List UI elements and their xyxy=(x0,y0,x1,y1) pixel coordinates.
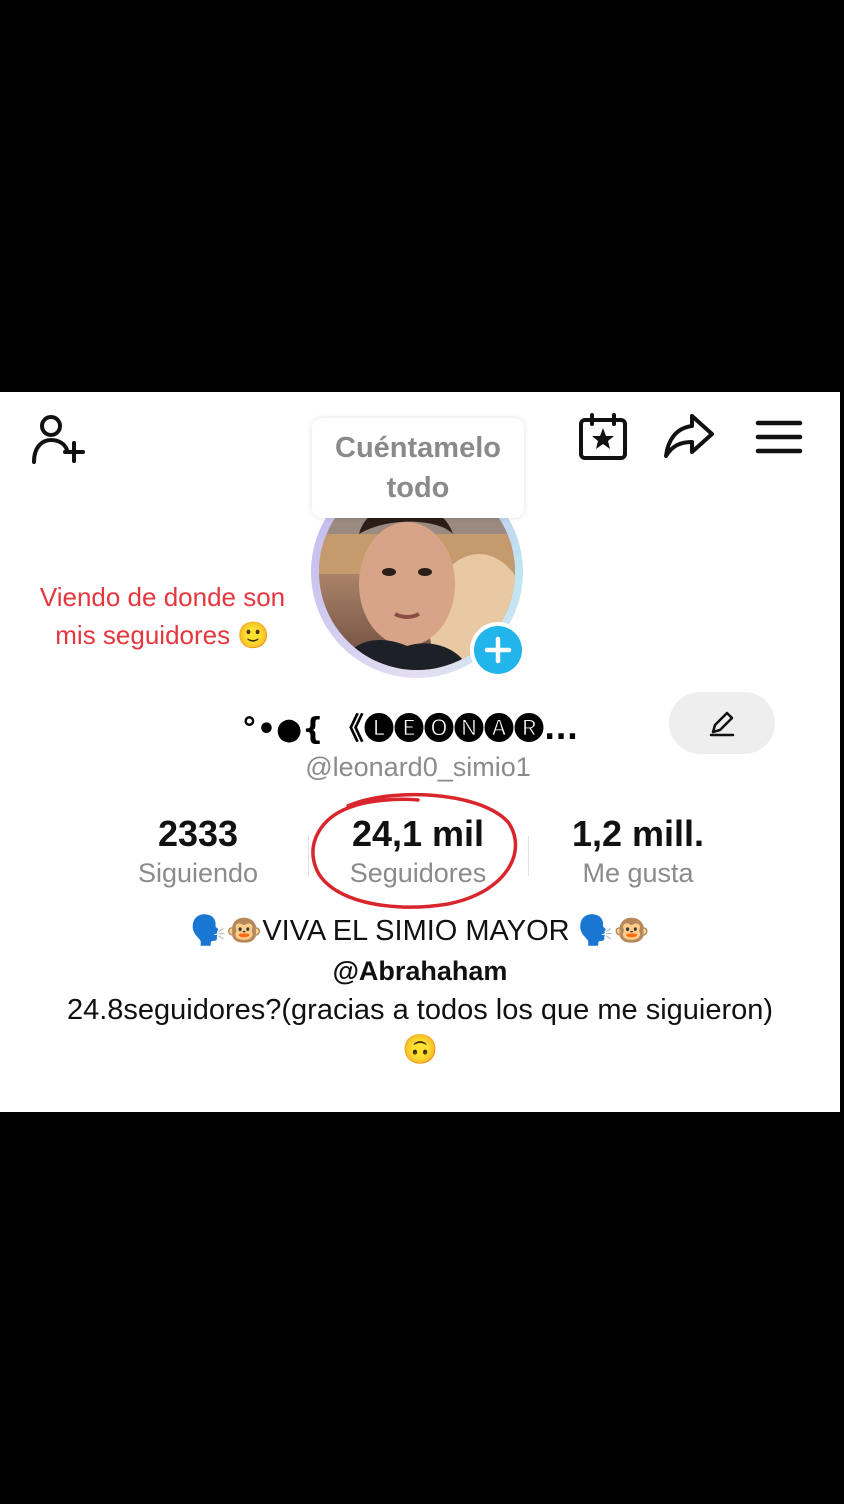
bio-headline: 🗣️🐵VIVA EL SIMIO MAYOR 🗣️🐵 xyxy=(190,915,650,947)
followers-count: 24,1 mil xyxy=(351,813,485,854)
display-name: °•●{ 《🅛🅔🅞🅝🅐🅡... xyxy=(241,712,579,747)
share-icon[interactable] xyxy=(660,408,718,464)
bio-mention-link[interactable]: @Abrahaham xyxy=(60,952,780,990)
likes-count: 1,2 mill. xyxy=(571,813,705,854)
status-bubble[interactable]: Cuéntamelo todo xyxy=(312,418,524,518)
video-caption: Viendo de donde son mis seguidores 🙂 xyxy=(39,582,286,650)
username: @leonard0_simio1 xyxy=(305,752,531,782)
plus-icon xyxy=(474,626,522,674)
calendar-star-icon[interactable] xyxy=(576,410,630,464)
bio-text: 24.8seguidores?(gracias a todos los que … xyxy=(66,994,774,1066)
likes-label: Me gusta xyxy=(582,858,694,888)
following-label: Siguiendo xyxy=(137,858,259,888)
followers-stat[interactable]: 24,1 mil Seguidores xyxy=(308,812,528,890)
edit-profile-button[interactable] xyxy=(669,692,775,754)
add-user-icon[interactable] xyxy=(28,410,88,466)
status-bubble-text: Cuéntamelo todo xyxy=(335,432,501,504)
following-count: 2333 xyxy=(157,813,239,854)
menu-icon[interactable] xyxy=(752,412,806,462)
pencil-icon xyxy=(709,711,735,737)
likes-stat[interactable]: 1,2 mill. Me gusta xyxy=(528,812,748,890)
add-story-button[interactable] xyxy=(470,622,526,678)
following-stat[interactable]: 2333 Siguiendo xyxy=(88,812,308,890)
followers-label: Seguidores xyxy=(349,858,487,888)
